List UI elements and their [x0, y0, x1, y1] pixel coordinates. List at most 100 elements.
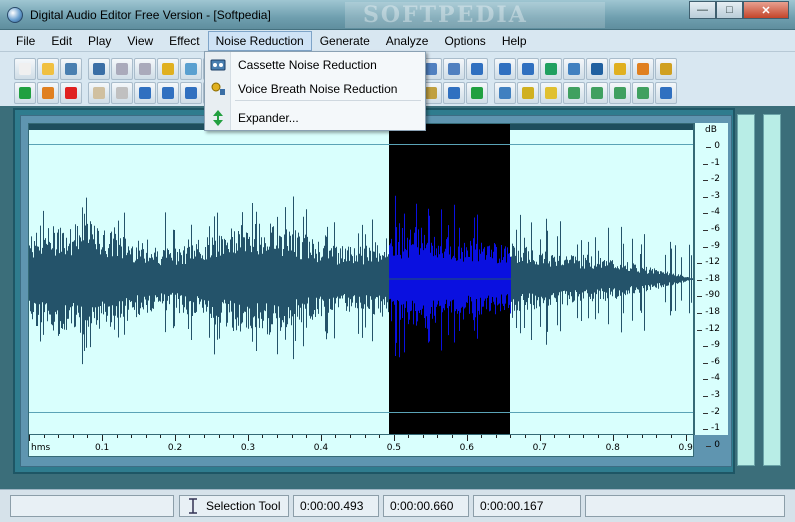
- db-tick-label: -2: [703, 406, 720, 417]
- menu-generate[interactable]: Generate: [312, 31, 378, 51]
- maximize-button[interactable]: □: [716, 1, 743, 19]
- toolbar-icon: [522, 63, 534, 75]
- menu-file[interactable]: File: [8, 31, 43, 51]
- time-tick-mark: [87, 435, 89, 438]
- toolbar-button[interactable]: [655, 58, 677, 80]
- menu-view[interactable]: View: [119, 31, 161, 51]
- menu-edit[interactable]: Edit: [43, 31, 80, 51]
- window-title: Digital Audio Editor Free Version - [Sof…: [30, 8, 271, 22]
- toolbar-button[interactable]: [111, 58, 133, 80]
- toolbar-button[interactable]: [586, 58, 608, 80]
- db-tick-label: 0: [706, 439, 720, 450]
- menu-item-label: Expander...: [238, 111, 299, 125]
- time-tick-mark: [539, 435, 541, 441]
- db-tick-label: -1: [703, 423, 720, 434]
- time-tick-mark: [218, 435, 220, 438]
- toolbar-button[interactable]: [609, 82, 631, 104]
- time-tick-mark: [131, 435, 133, 438]
- time-tick-label: 0.9: [678, 443, 693, 453]
- time-tick-mark: [145, 435, 147, 438]
- time-tick-label: 0.2: [167, 443, 183, 453]
- menu-item-expander[interactable]: Expander...: [205, 107, 425, 129]
- toolbar-button[interactable]: [14, 58, 36, 80]
- menu-effect[interactable]: Effect: [161, 31, 207, 51]
- toolbar-button[interactable]: [466, 58, 488, 80]
- toolbar-button[interactable]: [563, 82, 585, 104]
- time-tick-mark: [408, 435, 410, 438]
- toolbar-button[interactable]: [134, 58, 156, 80]
- time-tick-label: 0.5: [386, 443, 402, 453]
- toolbar-button[interactable]: [655, 82, 677, 104]
- time-tick-mark: [481, 435, 483, 438]
- time-tick-mark: [641, 435, 643, 438]
- toolbar-button[interactable]: [632, 82, 654, 104]
- toolbar-button[interactable]: [88, 58, 110, 80]
- menu-item-voice-breath-noise-reduction[interactable]: Voice Breath Noise Reduction: [205, 78, 425, 100]
- toolbar-icon: [42, 87, 54, 99]
- time-tick-mark: [597, 435, 599, 438]
- toolbar-button[interactable]: [586, 82, 608, 104]
- toolbar-button[interactable]: [517, 58, 539, 80]
- menu-noise-reduction[interactable]: Noise Reduction: [207, 30, 312, 51]
- menu-help[interactable]: Help: [494, 31, 535, 51]
- time-tick-label: 0.1: [94, 443, 110, 453]
- toolbar-button[interactable]: [60, 82, 82, 104]
- db-tick-label: 0: [706, 141, 720, 151]
- app-icon[interactable]: [7, 7, 23, 23]
- toolbar-button[interactable]: [37, 58, 59, 80]
- toolbar-icon: [448, 63, 460, 75]
- toolbar-button[interactable]: [111, 82, 133, 104]
- toolbar-button[interactable]: [609, 58, 631, 80]
- db-tick-label: -12: [697, 323, 720, 334]
- menu-play[interactable]: Play: [80, 31, 119, 51]
- toolbar-button[interactable]: [60, 58, 82, 80]
- noise-reduction-dropdown: Cassette Noise Reduction Voice Breath No…: [204, 51, 426, 131]
- db-tick-label: -4: [703, 207, 720, 218]
- toolbar-button[interactable]: [88, 82, 110, 104]
- toolbar-button[interactable]: [632, 58, 654, 80]
- waveform-path: [29, 196, 693, 365]
- time-tick-mark: [466, 435, 468, 441]
- toolbar-button[interactable]: [157, 82, 179, 104]
- status-panel-extra: [585, 495, 785, 517]
- toolbar-button[interactable]: [540, 82, 562, 104]
- minimize-button[interactable]: —: [689, 1, 716, 19]
- db-tick-label: -2: [703, 174, 720, 185]
- toolbar-button[interactable]: [466, 82, 488, 104]
- tool-label: Selection Tool: [206, 499, 281, 513]
- status-bar: Selection Tool 0:00:00.493 0:00:00.660 0…: [0, 489, 795, 522]
- menu-options[interactable]: Options: [436, 31, 493, 51]
- maximize-icon: □: [726, 4, 733, 16]
- toolbar-button[interactable]: [540, 58, 562, 80]
- toolbar-icon: [448, 87, 460, 99]
- toolbar-button[interactable]: [494, 58, 516, 80]
- db-tick-label: -18: [697, 307, 720, 317]
- toolbar-button[interactable]: [494, 82, 516, 104]
- level-meter-left: [737, 114, 755, 466]
- time-tick-label: 0.4: [313, 443, 329, 453]
- menu-item-cassette-noise-reduction[interactable]: Cassette Noise Reduction: [205, 54, 425, 76]
- close-button[interactable]: ✕: [743, 1, 789, 19]
- toolbar-button[interactable]: [180, 82, 202, 104]
- db-scale: dB 0 -1 -2 -3 -4 -6 -9 -12 -18 -90 -18 -12 -9 -6 -4 -3 -…: [694, 123, 728, 450]
- toolbar-icon: [591, 63, 603, 75]
- toolbar-button[interactable]: [563, 58, 585, 80]
- expander-icon: [213, 110, 223, 126]
- selection-length-field: 0:00:00.167: [473, 495, 581, 517]
- toolbar-button[interactable]: [37, 82, 59, 104]
- toolbar-button[interactable]: [14, 82, 36, 104]
- toolbar-button[interactable]: [443, 58, 465, 80]
- time-tick-mark: [685, 435, 687, 441]
- toolbar-button[interactable]: [443, 82, 465, 104]
- toolbar-button[interactable]: [134, 82, 156, 104]
- toolbar-button[interactable]: [157, 58, 179, 80]
- toolbar-button[interactable]: [180, 58, 202, 80]
- status-panel-message: [10, 495, 174, 517]
- waveform-view[interactable]: [28, 123, 694, 435]
- toolbar-button[interactable]: [517, 82, 539, 104]
- time-tick-mark: [58, 435, 60, 438]
- toolbar-icon: [19, 63, 31, 75]
- status-panel-tool: Selection Tool: [179, 495, 289, 517]
- toolbar-icon: [93, 87, 105, 99]
- menu-analyze[interactable]: Analyze: [378, 31, 437, 51]
